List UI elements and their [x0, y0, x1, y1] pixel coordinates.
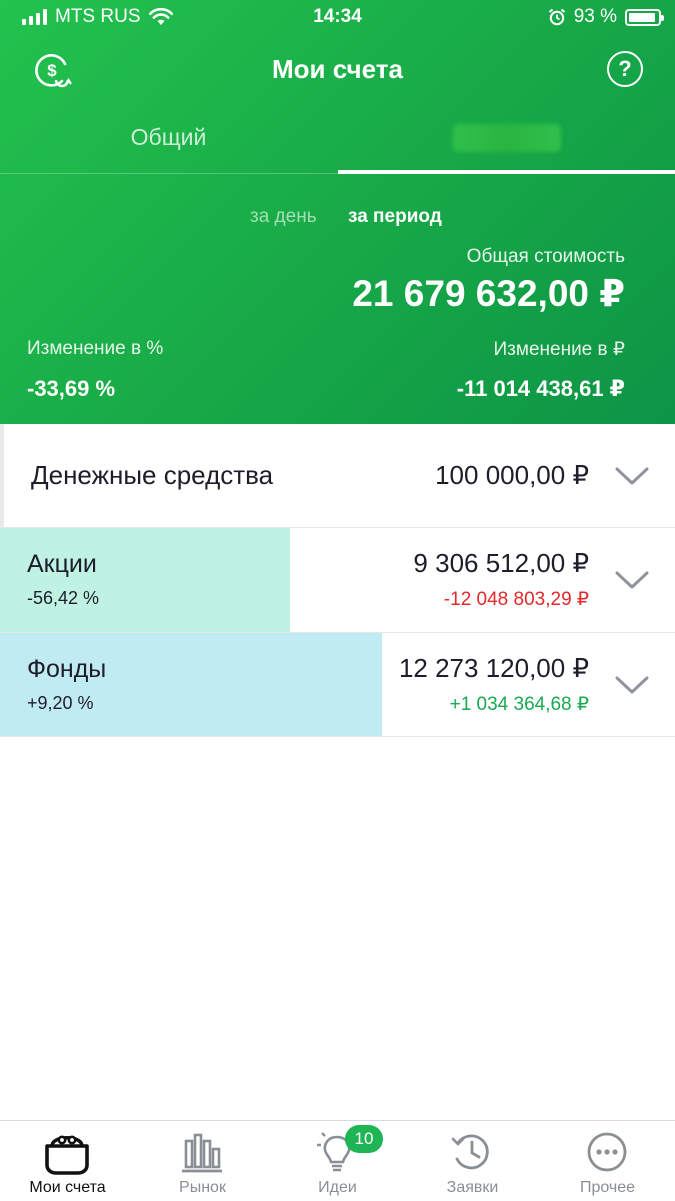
chevron-down-icon[interactable] — [615, 466, 649, 486]
chevron-down-icon[interactable] — [615, 570, 649, 590]
tabbar-ideas[interactable]: 10 Идеи — [270, 1121, 405, 1201]
tabbar-label: Идеи — [318, 1179, 357, 1196]
tabbar-label: Рынок — [179, 1179, 226, 1196]
tabbar-label: Мои счета — [29, 1179, 106, 1196]
tab-general[interactable]: Общий — [0, 124, 337, 151]
asset-change: -12 048 803,29 ₽ — [443, 589, 589, 610]
history-clock-icon — [451, 1134, 489, 1170]
asset-row-cash[interactable]: Денежные средства 100 000,00 ₽ — [0, 424, 675, 528]
asset-amount: 100 000,00 ₽ — [435, 460, 589, 490]
status-bar: MTS RUS 14:34 93 % — [0, 0, 675, 36]
change-percent-label: Изменение в % — [27, 338, 164, 359]
asset-row-funds[interactable]: Фонды +9,20 % 12 273 120,00 ₽ +1 034 364… — [0, 633, 675, 737]
change-rub-label: Изменение в ₽ — [493, 339, 625, 360]
period-range-toggle[interactable]: за период — [348, 206, 442, 228]
change-rub-value: -11 014 438,61 ₽ — [456, 376, 625, 401]
chevron-down-icon[interactable] — [615, 675, 649, 695]
battery-icon — [625, 8, 664, 26]
asset-name: Денежные средства — [31, 460, 274, 490]
ideas-count-badge: 10 — [345, 1125, 383, 1153]
asset-name: Фонды — [27, 655, 107, 683]
asset-percent: -56,42 % — [27, 588, 100, 608]
asset-change: +1 034 364,68 ₽ — [449, 694, 589, 715]
asset-amount: 12 273 120,00 ₽ — [398, 653, 589, 683]
page-title: Мои счета — [272, 54, 403, 84]
tab-account-hidden[interactable] — [338, 124, 675, 158]
tabbar-my-accounts[interactable]: Мои счета — [0, 1121, 135, 1201]
alarm-icon — [548, 8, 565, 26]
tabbar-label: Заявки — [446, 1179, 499, 1196]
total-value: 21 679 632,00 ₽ — [352, 273, 625, 314]
change-percent-value: -33,69 % — [27, 376, 116, 401]
help-button[interactable]: ? — [607, 51, 643, 87]
funds-share-bar — [0, 633, 382, 736]
more-dots-icon — [587, 1132, 627, 1172]
total-value-label: Общая стоимость — [466, 246, 625, 267]
tabbar-more[interactable]: Прочее — [540, 1121, 675, 1201]
bar-chart-icon — [182, 1133, 222, 1173]
battery-percent: 93 % — [573, 6, 617, 27]
stocks-share-bar — [0, 528, 290, 632]
tabbar-market[interactable]: Рынок — [135, 1121, 270, 1201]
period-day-toggle[interactable]: за день — [250, 206, 317, 228]
asset-percent: +9,20 % — [27, 693, 94, 713]
asset-name: Акции — [27, 550, 97, 578]
asset-row-stocks[interactable]: Акции -56,42 % 9 306 512,00 ₽ -12 048 80… — [0, 528, 675, 633]
asset-amount: 9 306 512,00 ₽ — [413, 548, 589, 578]
blurred-account-name — [452, 124, 561, 152]
wallet-icon — [45, 1135, 89, 1175]
tabbar-label: Прочее — [579, 1179, 636, 1196]
active-tab-indicator — [338, 170, 675, 174]
account-header: MTS RUS 14:34 93 % $ Мои счета ? Общий з… — [0, 0, 675, 424]
bottom-tab-bar: Мои счета Рынок 10 Идеи Заявки Прочее — [0, 1120, 675, 1200]
tabbar-orders[interactable]: Заявки — [405, 1121, 540, 1201]
